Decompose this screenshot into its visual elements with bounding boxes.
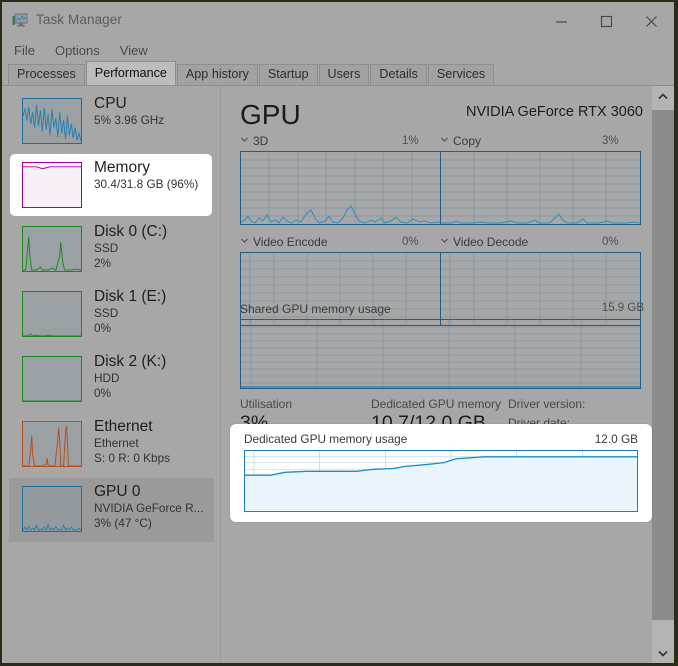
disk0-mini-graph (22, 226, 82, 272)
tab-performance[interactable]: Performance (85, 61, 176, 85)
sidebar-cpu-sub: 5% 3.96 GHz (94, 113, 165, 127)
sidebar-disk0-title: Disk 0 (C:) (94, 223, 168, 240)
close-button[interactable] (629, 2, 674, 40)
menu-item-options[interactable]: Options (45, 41, 110, 61)
tab-strip: Processes Performance App history Startu… (2, 61, 674, 85)
gpu-detail-pane: GPU NVIDIA GeForce RTX 3060 3D 1% Copy 3… (221, 86, 651, 663)
disk1-mini-graph (22, 291, 82, 337)
resource-sidebar: CPU 5% 3.96 GHz Memory 30.4/31.8 GB (96%… (2, 86, 221, 663)
menu-item-file[interactable]: File (11, 41, 45, 61)
sidebar-item-memory[interactable]: Memory 30.4/31.8 GB (96%) (10, 154, 212, 216)
sidebar-disk2-sub1: HDD (94, 371, 120, 385)
cpu-mini-graph (22, 98, 82, 144)
sidebar-memory-title: Memory (94, 159, 150, 176)
dedicated-gpu-memory-card[interactable]: Dedicated GPU memory usage 12.0 GB (230, 424, 652, 522)
sidebar-ethernet-title: Ethernet (94, 418, 153, 435)
tab-processes[interactable]: Processes (8, 64, 85, 85)
gpu-stats: Utilisation 3% GPU Memory 11.5/27.9 GB D… (221, 86, 651, 663)
tab-app-history[interactable]: App history (176, 64, 258, 85)
maximize-button[interactable] (584, 2, 629, 40)
scroll-down-button[interactable] (652, 643, 674, 663)
stat-label-dedicated-memory: Dedicated GPU memory (371, 397, 502, 411)
sidebar-disk0-text: Disk 0 (C:) SSD 2% (94, 222, 208, 271)
sidebar-gpu0-sub2: 3% (47 °C) (94, 516, 152, 530)
sidebar-item-cpu[interactable]: CPU 5% 3.96 GHz (10, 90, 212, 152)
sidebar-disk2-sub2: 0% (94, 386, 112, 400)
sidebar-ethernet-sub2: S: 0 R: 0 Kbps (94, 451, 171, 465)
sidebar-item-disk2[interactable]: Disk 2 (K:) HDD 0% (10, 348, 212, 410)
sidebar-cpu-text: CPU 5% 3.96 GHz (94, 94, 208, 128)
dedicated-memory-max: 12.0 GB (594, 432, 638, 446)
sidebar-disk0-sub1: SSD (94, 241, 119, 255)
sidebar-disk1-sub1: SSD (94, 306, 119, 320)
vertical-scrollbar[interactable] (652, 86, 674, 663)
sidebar-disk1-title: Disk 1 (E:) (94, 288, 167, 305)
menu-item-view[interactable]: View (110, 41, 158, 61)
sidebar-memory-text: Memory 30.4/31.8 GB (96%) (94, 158, 208, 192)
task-manager-window: Task Manager File Options View Processes… (2, 2, 674, 663)
sidebar-cpu-title: CPU (94, 95, 127, 112)
sidebar-disk2-text: Disk 2 (K:) HDD 0% (94, 352, 208, 401)
sidebar-gpu0-text: GPU 0 NVIDIA GeForce R... 3% (47 °C) (94, 482, 210, 531)
scroll-up-button[interactable] (652, 86, 674, 106)
tab-services[interactable]: Services (427, 64, 495, 85)
sidebar-gpu0-title: GPU 0 (94, 483, 141, 500)
dedicated-memory-label: Dedicated GPU memory usage (244, 432, 408, 446)
disk2-mini-graph (22, 356, 82, 402)
minimize-button[interactable] (539, 2, 584, 40)
sidebar-memory-sub: 30.4/31.8 GB (96%) (94, 177, 199, 191)
window-controls (539, 2, 674, 40)
sidebar-disk1-sub2: 0% (94, 321, 112, 335)
scrollbar-thumb[interactable] (652, 110, 674, 620)
sidebar-item-disk0[interactable]: Disk 0 (C:) SSD 2% (10, 218, 212, 280)
ethernet-mini-graph (22, 421, 82, 467)
tab-users[interactable]: Users (318, 64, 370, 85)
tab-startup[interactable]: Startup (258, 64, 318, 85)
sidebar-disk1-text: Disk 1 (E:) SSD 0% (94, 287, 208, 336)
task-manager-icon (12, 13, 29, 29)
sidebar-disk2-title: Disk 2 (K:) (94, 353, 167, 370)
gpu0-mini-graph (22, 486, 82, 532)
sidebar-ethernet-sub1: Ethernet (94, 436, 139, 450)
window-title: Task Manager (36, 12, 122, 27)
menu-bar: File Options View (2, 40, 674, 62)
title-bar: Task Manager (2, 2, 674, 40)
sidebar-disk0-sub2: 2% (94, 256, 112, 270)
info-driver-version: Driver version: (508, 397, 586, 411)
content-area: CPU 5% 3.96 GHz Memory 30.4/31.8 GB (96%… (2, 86, 674, 663)
graph-dedicated-memory (244, 450, 638, 512)
sidebar-item-gpu0[interactable]: GPU 0 NVIDIA GeForce R... 3% (47 °C) (9, 478, 214, 542)
sidebar-item-disk1[interactable]: Disk 1 (E:) SSD 0% (10, 283, 212, 345)
sidebar-ethernet-text: Ethernet Ethernet S: 0 R: 0 Kbps (94, 417, 208, 466)
sidebar-gpu0-sub1: NVIDIA GeForce R... (94, 501, 204, 515)
sidebar-item-ethernet[interactable]: Ethernet Ethernet S: 0 R: 0 Kbps (10, 413, 212, 475)
memory-mini-graph (22, 162, 82, 208)
stat-label-utilisation: Utilisation (240, 397, 293, 411)
tab-details[interactable]: Details (370, 64, 427, 85)
